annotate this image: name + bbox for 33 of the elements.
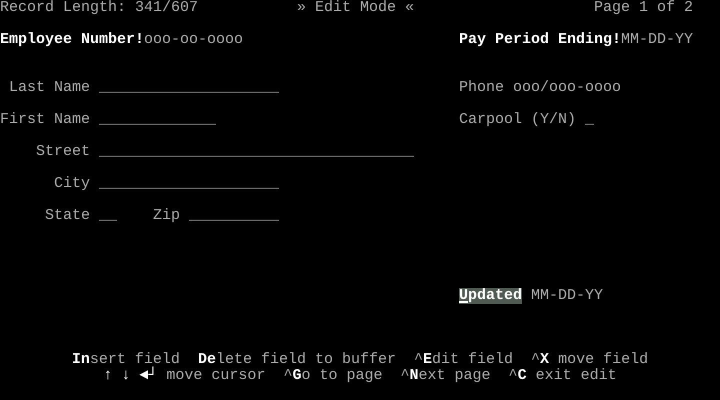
shortcut-hint: ^Edit field — [414, 352, 514, 368]
field-mask[interactable]: MM-DD-YY — [621, 32, 693, 48]
field-label: Phone — [459, 80, 504, 96]
record-length: Record Length: 341/607 — [0, 0, 198, 16]
field-label: State — [45, 208, 90, 224]
field-mask[interactable]: MM-DD-YY — [531, 288, 603, 304]
field-label: Carpool (Y/N) — [459, 112, 576, 128]
fill-in-line[interactable]: _____________ — [99, 112, 216, 128]
shortcut-hint: ^Go to page — [283, 368, 382, 384]
shortcut-hint: ^Next page — [400, 368, 491, 384]
field-label: First Name — [0, 112, 90, 128]
fill-in-line[interactable]: __________ — [189, 208, 279, 224]
field-mask[interactable]: ooo-oo-oooo — [144, 32, 243, 48]
shortcut-hint: ^X move field — [531, 352, 648, 368]
fill-in-line[interactable]: ____________________ — [99, 80, 279, 96]
field-label: Employee Number! — [0, 32, 144, 48]
field-label: Street — [36, 144, 90, 160]
shortcut-hint: Insert field — [72, 352, 180, 368]
field-mask[interactable]: ooo/ooo-oooo — [513, 80, 621, 96]
updated-label: Updated — [459, 288, 522, 304]
field-label: Zip — [153, 208, 180, 224]
field-label: City — [54, 176, 90, 192]
fill-in-line[interactable]: __ — [99, 208, 117, 224]
shortcut-hint: Delete field to buffer — [198, 352, 396, 368]
shortcut-hint: ↑ ↓ ◄┘ move cursor — [103, 368, 266, 384]
page-indicator: Page 1 of 2 — [594, 0, 693, 16]
field-mask[interactable]: _ — [585, 112, 594, 128]
fill-in-line[interactable]: ___________________________________ — [99, 144, 414, 160]
shortcut-hint: ^C exit edit — [508, 368, 617, 384]
field-label: Pay Period Ending! — [459, 32, 621, 48]
field-label: Last Name — [9, 80, 90, 96]
fill-in-line[interactable]: ____________________ — [99, 176, 279, 192]
mode-indicator: » Edit Mode « — [297, 0, 414, 16]
